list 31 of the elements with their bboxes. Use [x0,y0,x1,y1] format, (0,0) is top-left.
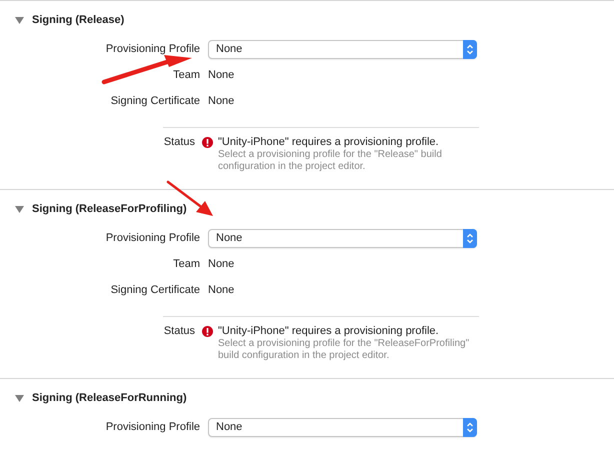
field-label: Provisioning Profile [106,420,200,433]
field-label: Team [173,68,200,81]
field-value: None [208,68,234,83]
status-message: "Unity-iPhone" requires a provisioning profile. [218,324,440,338]
section-title: Signing (ReleaseForProfiling) [32,202,187,217]
status-message: "Unity-iPhone" requires a provisioning profile. [218,135,440,149]
popup-button[interactable]: None [208,40,477,58]
status-detail: Select a provisioning profile for the "ReleaseForProfiling" build configuration in the project editor. [218,338,470,362]
field-value: None [208,282,234,298]
field-label: Provisioning Profile [106,232,200,244]
field-label: Team [173,258,200,270]
field-label: Provisioning Profile [106,42,200,55]
stepper-icon [463,418,477,436]
field-label: Signing Certificate [110,284,200,296]
field-label: Signing Certificate [110,94,200,107]
stepper-icon [463,228,477,248]
popup-button[interactable]: None [208,418,477,436]
field-label: Status [163,135,196,150]
disclosure-triangle-icon[interactable] [15,16,24,24]
error-icon [202,137,213,148]
disclosure-triangle-icon[interactable] [15,394,24,402]
field-value: None [208,94,234,109]
field-label: Status [163,324,196,339]
status-detail: Select a provisioning profile for the "Release" build configuration in the project editor. [218,149,443,173]
field-value: None [208,256,234,272]
section-title: Signing (Release) [32,12,124,28]
stepper-icon [463,40,477,58]
section-title: Signing (ReleaseForRunning) [32,390,187,406]
disclosure-triangle-icon[interactable] [15,204,24,214]
error-icon [202,326,213,337]
popup-button[interactable]: None [208,228,477,248]
